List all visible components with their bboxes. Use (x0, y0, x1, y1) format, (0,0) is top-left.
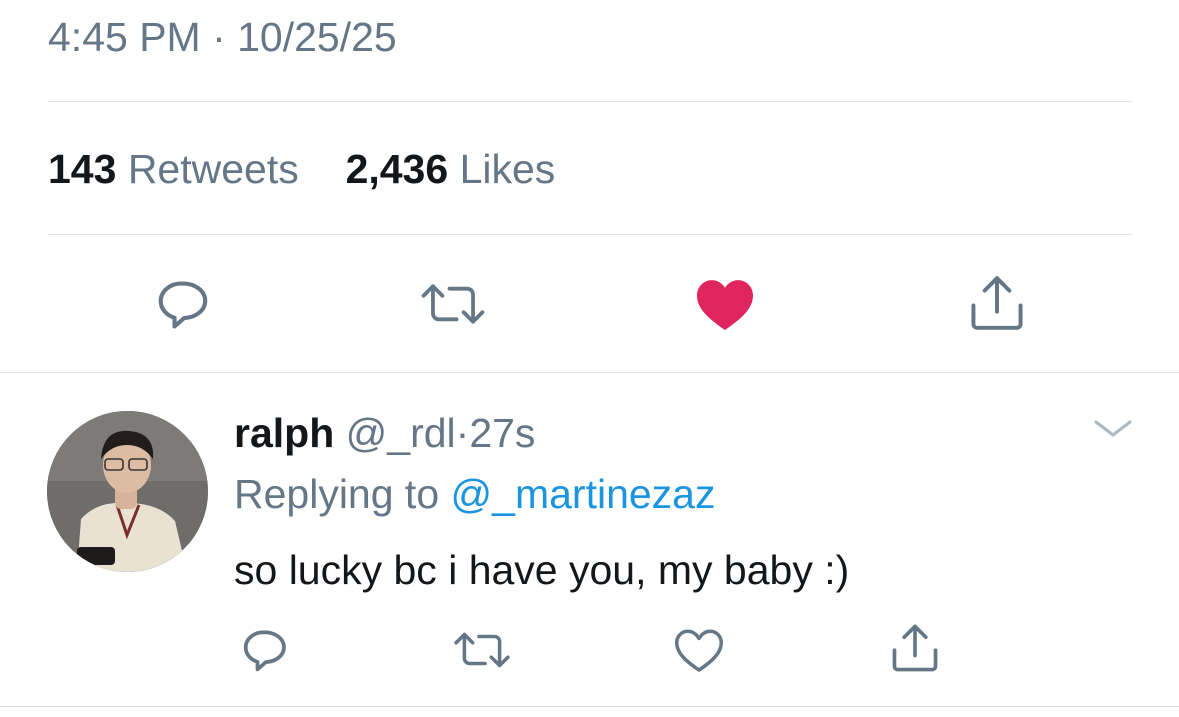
tweet-timestamp: 4:45 PM · 10/25/25 (48, 14, 397, 60)
divider (48, 101, 1132, 102)
tweet-stats: 143 Retweets 2,436 Likes (48, 146, 555, 193)
retweet-icon (421, 284, 485, 324)
share-icon (971, 276, 1023, 330)
replying-to: Replying to @_martinezaz (234, 469, 715, 519)
more-options-button[interactable] (1092, 414, 1134, 447)
likes-label: Likes (459, 146, 556, 192)
replying-to-handle[interactable]: @_martinezaz (451, 471, 716, 517)
profile-photo (47, 411, 208, 572)
likes-stat[interactable]: 2,436 Likes (334, 146, 556, 192)
share-button[interactable] (886, 620, 944, 676)
chevron-down-icon (1094, 420, 1132, 437)
replying-to-label: Replying to (234, 471, 440, 517)
reply-button[interactable] (150, 272, 214, 336)
share-button[interactable] (962, 270, 1032, 336)
retweet-icon (454, 632, 510, 668)
retweets-label: Retweets (127, 146, 299, 192)
like-button[interactable] (670, 624, 728, 676)
likes-count: 2,436 (345, 146, 449, 192)
avatar[interactable] (47, 411, 208, 572)
share-icon (892, 624, 938, 672)
reply-icon (158, 281, 208, 329)
display-name[interactable]: ralph (234, 410, 334, 456)
divider (0, 706, 1179, 707)
heart-filled-icon (697, 280, 753, 330)
retweets-stat[interactable]: 143 Retweets (48, 146, 310, 192)
like-button[interactable] (690, 272, 760, 336)
retweet-button[interactable] (418, 272, 488, 336)
divider (48, 234, 1132, 235)
heart-outline-icon (675, 629, 723, 672)
reply-text: so lucky bc i have you, my baby :) (234, 547, 850, 593)
reply-button[interactable] (236, 622, 292, 678)
user-handle[interactable]: @_rdl (346, 410, 456, 456)
meta-separator: · (455, 410, 470, 456)
reply-icon (243, 630, 286, 672)
reply-header: ralph @_rdl·27s (234, 408, 535, 458)
retweets-count: 143 (48, 146, 117, 192)
reply-time: 27s (469, 410, 536, 456)
retweet-button[interactable] (452, 624, 512, 676)
divider (0, 372, 1179, 373)
